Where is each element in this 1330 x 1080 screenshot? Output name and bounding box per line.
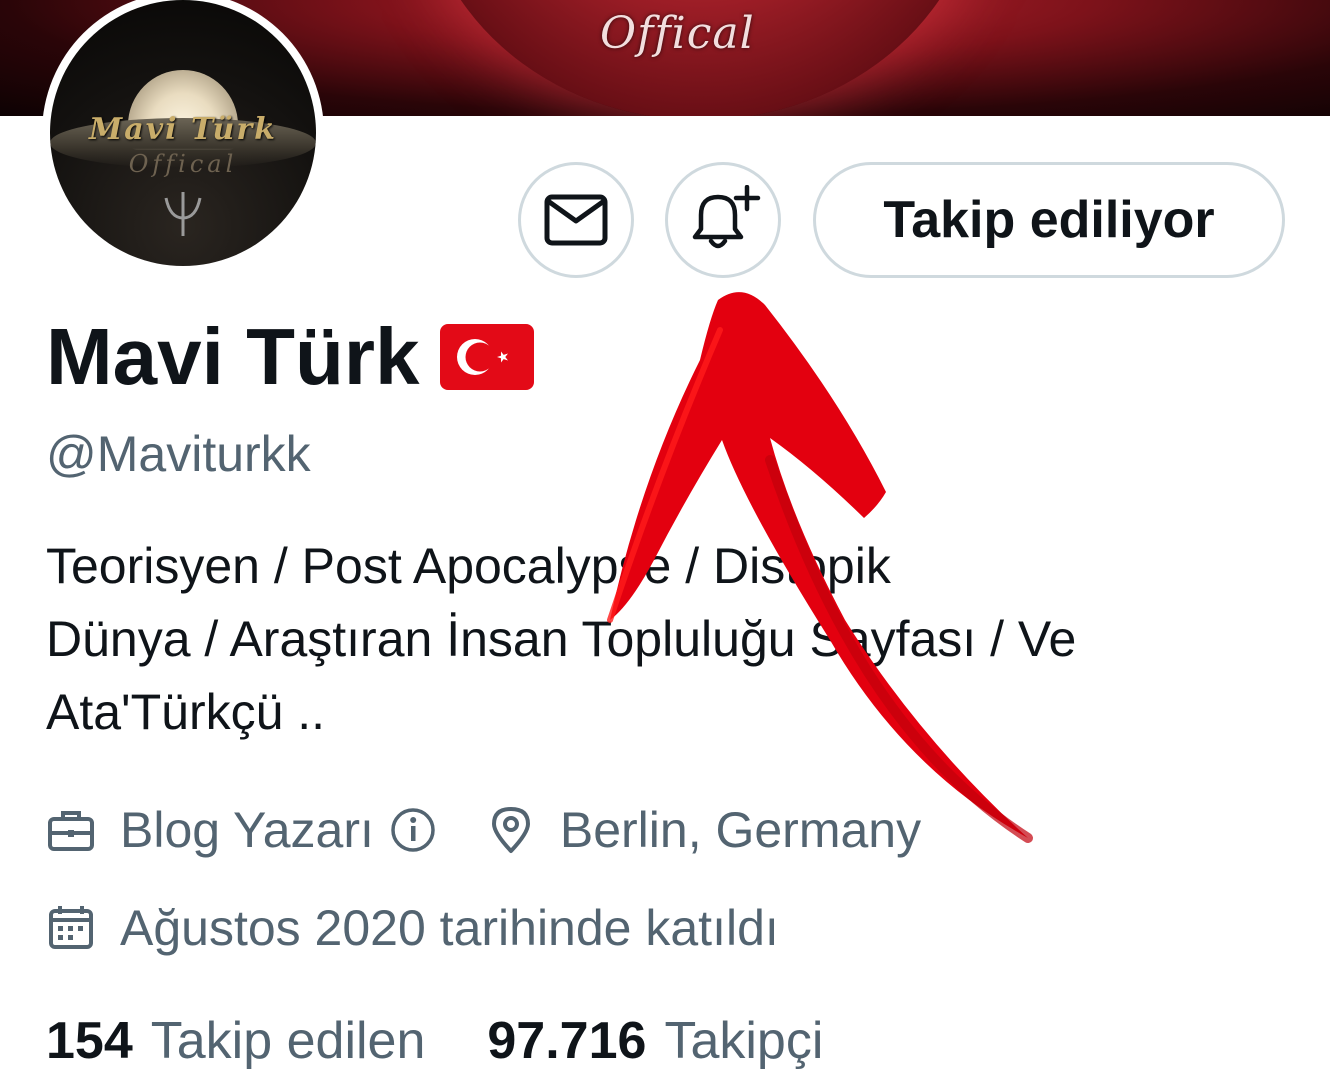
profile-bio: Teorisyen / Post Apocalypse / Distopik D… [46,530,1286,749]
profile-avatar[interactable]: Mavi Türk Offical [42,0,324,274]
following-button[interactable]: Takip ediliyor [813,162,1285,278]
avatar-image: Mavi Türk Offical [50,0,316,266]
profile-joined-date: Ağustos 2020 tarihinde katıldı [120,900,779,956]
bell-plus-icon [692,185,761,249]
avatar-trident-icon [164,192,202,236]
avatar-logo-title: Mavi Türk [89,112,277,147]
profile-meta-row: Blog Yazarı Berlin, Germany [46,795,921,865]
followers-count: 97.716 [487,1012,647,1070]
profile-category: Blog Yazarı [120,802,374,858]
profile-name-row: Mavi Türk [46,312,535,402]
following-count: 154 [46,1012,133,1070]
following-link[interactable]: 154 Takip edilen [46,1011,425,1071]
followers-link[interactable]: 97.716 Takipçi [487,1011,823,1071]
turkey-flag-icon [440,324,535,390]
profile-location: Berlin, Germany [559,802,922,858]
avatar-logo-subtitle: Offical [128,150,238,178]
display-name: Mavi Türk [46,312,420,401]
bio-line: Ata'Türkçü .. [46,684,326,740]
briefcase-icon [46,805,96,855]
profile-joined-row: Ağustos 2020 tarihinde katıldı [46,893,779,963]
location-pin-icon [486,805,536,855]
profile-handle: @Maviturkk [46,426,311,482]
info-icon[interactable] [388,805,438,855]
message-button[interactable] [518,162,634,278]
bio-line: Teorisyen / Post Apocalypse / Distopik [46,538,891,594]
followers-label: Takipçi [664,1012,824,1070]
calendar-icon [46,903,96,953]
following-label: Takip edilen [150,1012,426,1070]
profile-stats: 154 Takip edilen 97.716 Takipçi [46,1005,823,1077]
notify-button[interactable] [665,162,781,278]
envelope-icon [544,194,608,246]
bio-line: Dünya / Araştıran İnsan Topluluğu Sayfas… [46,611,1077,667]
banner-text: Offical [600,8,755,59]
